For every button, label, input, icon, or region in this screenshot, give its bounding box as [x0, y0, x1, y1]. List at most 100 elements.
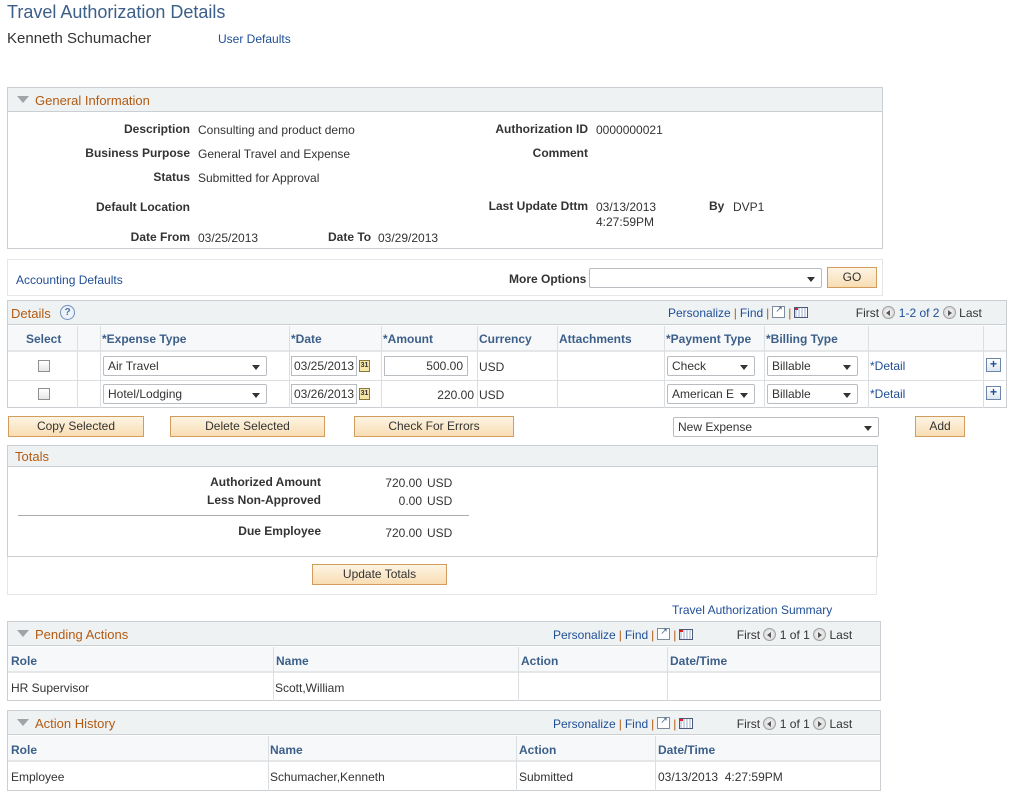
action-value: Submitted — [519, 770, 574, 784]
chevron-down-icon — [252, 393, 260, 398]
date-to-label: Date To — [328, 230, 372, 244]
view-all-icon[interactable] — [657, 715, 671, 729]
row-range: 1-2 of 2 — [898, 306, 940, 320]
next-icon[interactable] — [942, 306, 956, 319]
add-row-icon[interactable]: + — [986, 358, 1001, 372]
download-grid-icon[interactable] — [794, 307, 809, 318]
personalize-link[interactable]: Personalize — [553, 628, 616, 642]
column-action: Action — [519, 743, 557, 757]
row-select-checkbox[interactable] — [38, 360, 50, 372]
previous-icon[interactable] — [882, 306, 896, 319]
accounting-defaults-link[interactable]: Accounting Defaults — [16, 273, 123, 287]
column-divider — [764, 326, 765, 408]
personalize-link[interactable]: Personalize — [668, 306, 731, 320]
column-divider — [273, 647, 274, 701]
view-all-icon[interactable] — [657, 626, 671, 640]
default-location-label: Default Location — [95, 200, 190, 214]
action-history-header: Action History Personalize|Find|| First … — [8, 711, 880, 735]
view-all-icon[interactable] — [772, 304, 786, 318]
date-input[interactable]: 03/25/2013 — [291, 356, 357, 376]
totals-section: Totals Authorized Amount 720.00 USD Less… — [7, 445, 878, 557]
expense-type-select[interactable]: Air Travel — [103, 356, 267, 376]
column-divider — [77, 326, 78, 408]
add-row-icon[interactable]: + — [986, 386, 1001, 400]
collapse-triangle-icon[interactable] — [17, 96, 29, 103]
billing-type-select[interactable]: Billable — [767, 384, 858, 404]
authorized-amount-label: Authorized Amount — [210, 475, 321, 489]
detail-link[interactable]: *Detail — [870, 359, 905, 373]
column-divider — [518, 647, 519, 701]
travel-authorization-summary-link[interactable]: Travel Authorization Summary — [672, 603, 832, 617]
pending-actions-nav: Personalize|Find|| First 1 of 1 Last — [553, 626, 853, 642]
first-label[interactable]: First — [737, 628, 760, 642]
column-datetime: Date/Time — [658, 743, 716, 757]
user-defaults-link[interactable]: User Defaults — [218, 32, 291, 46]
authorized-amount-currency: USD — [427, 476, 453, 490]
go-button[interactable]: GO — [827, 267, 877, 288]
billing-type-select[interactable]: Billable — [767, 356, 858, 376]
pending-actions-header: Pending Actions Personalize|Find|| First… — [8, 622, 880, 646]
previous-icon[interactable] — [763, 717, 777, 730]
add-button[interactable]: Add — [915, 416, 965, 437]
update-totals-button[interactable]: Update Totals — [312, 564, 447, 585]
date-to-value: 03/29/2013 — [378, 231, 439, 245]
next-icon[interactable] — [813, 628, 827, 641]
payment-type-value: American E — [672, 387, 735, 401]
new-expense-select[interactable]: New Expense — [673, 417, 879, 437]
find-link[interactable]: Find — [625, 628, 648, 642]
name-value: Schumacher,Kenneth — [270, 770, 385, 784]
column-expense-type: *Expense Type — [102, 332, 187, 346]
column-role: Role — [11, 654, 38, 668]
authorization-id-label: Authorization ID — [495, 122, 588, 136]
column-divider — [667, 647, 668, 701]
column-divider — [477, 326, 478, 408]
help-icon[interactable]: ? — [60, 305, 75, 320]
previous-icon[interactable] — [763, 628, 777, 641]
last-update-date: 03/13/2013 — [596, 200, 657, 214]
check-for-errors-button[interactable]: Check For Errors — [354, 416, 514, 437]
details-header: Details ? Personalize|Find|| First 1-2 o… — [8, 301, 1006, 325]
chevron-down-icon — [807, 277, 815, 282]
last-label[interactable]: Last — [830, 628, 853, 642]
download-grid-icon[interactable] — [679, 629, 694, 640]
column-divider — [868, 326, 869, 408]
first-label[interactable]: First — [737, 717, 760, 731]
amount-input[interactable]: 500.00 — [384, 356, 468, 376]
column-divider — [289, 326, 290, 408]
first-label[interactable]: First — [856, 306, 879, 320]
find-link[interactable]: Find — [625, 717, 648, 731]
last-label[interactable]: Last — [830, 717, 853, 731]
general-information-title: General Information — [35, 93, 150, 108]
date-input[interactable]: 03/26/2013 — [291, 384, 357, 404]
column-divider — [268, 736, 269, 791]
payment-type-select[interactable]: American E — [667, 384, 755, 404]
payment-type-select[interactable]: Check — [667, 356, 755, 376]
last-label[interactable]: Last — [959, 306, 982, 320]
payment-type-value: Check — [672, 359, 707, 373]
next-icon[interactable] — [813, 717, 827, 730]
row-select-checkbox[interactable] — [38, 388, 50, 400]
personalize-link[interactable]: Personalize — [553, 717, 616, 731]
column-billing-type: *Billing Type — [766, 332, 838, 346]
collapse-triangle-icon[interactable] — [17, 630, 29, 637]
calendar-icon[interactable]: 31 — [359, 388, 370, 400]
copy-selected-button[interactable]: Copy Selected — [8, 416, 144, 437]
column-select: Select — [26, 332, 62, 346]
general-information-header[interactable]: General Information — [8, 88, 882, 112]
collapse-triangle-icon[interactable] — [17, 719, 29, 726]
delete-selected-button[interactable]: Delete Selected — [170, 416, 325, 437]
detail-link[interactable]: *Detail — [870, 387, 905, 401]
user-name: Kenneth Schumacher — [7, 30, 152, 47]
download-grid-icon[interactable] — [679, 718, 694, 729]
due-employee-label: Due Employee — [238, 524, 321, 538]
business-purpose-label: Business Purpose — [85, 146, 190, 160]
pending-actions-column-header-row — [8, 647, 880, 673]
expense-type-select[interactable]: Hotel/Lodging — [103, 384, 267, 404]
calendar-icon[interactable]: 31 — [359, 360, 370, 372]
more-options-select[interactable] — [589, 268, 822, 288]
more-options-label: More Options — [509, 272, 587, 286]
find-link[interactable]: Find — [740, 306, 763, 320]
column-divider — [516, 736, 517, 791]
column-role: Role — [11, 743, 38, 757]
chevron-down-icon — [843, 393, 851, 398]
